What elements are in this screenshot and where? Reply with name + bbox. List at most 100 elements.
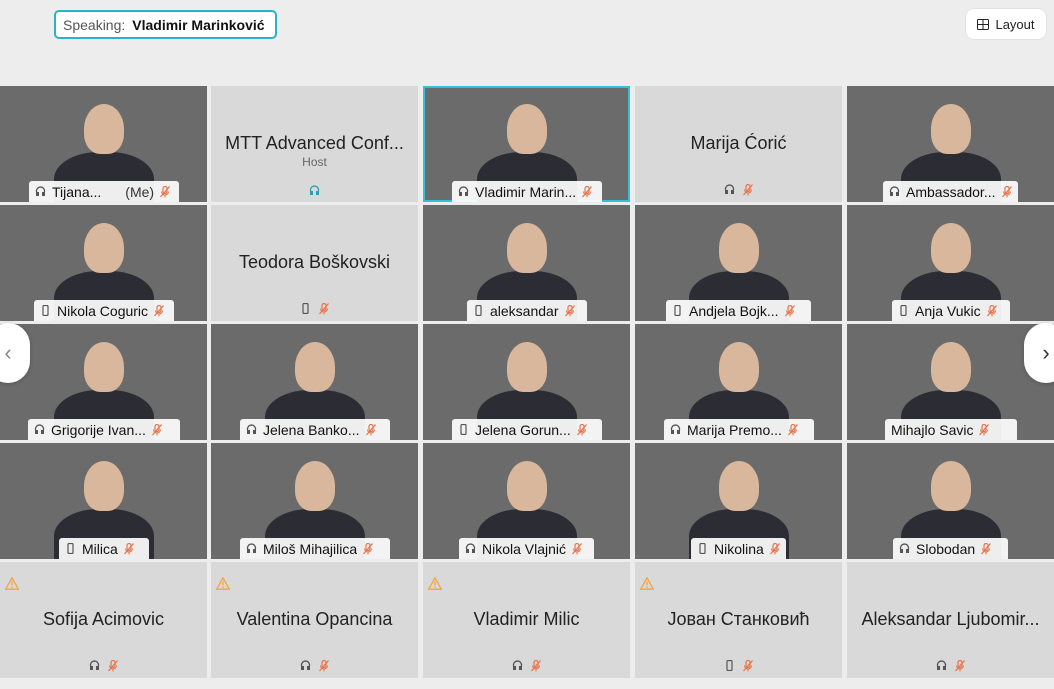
phone-audio-icon bbox=[42, 305, 49, 316]
phone-audio-icon bbox=[302, 303, 309, 314]
chevron-left-icon: ‹ bbox=[4, 340, 12, 365]
layout-button[interactable]: Layout bbox=[966, 9, 1046, 39]
participant-name: Valentina Opancina bbox=[236, 609, 393, 629]
headset-icon bbox=[512, 660, 523, 670]
muted-mic-icon bbox=[108, 660, 118, 672]
participant-name: Nikolina bbox=[714, 540, 764, 557]
participant-name-tag: Mihajlo Savic bbox=[885, 419, 1017, 440]
participant-video-figure bbox=[84, 461, 124, 511]
participant-video-figure bbox=[295, 342, 335, 392]
participant-tile[interactable]: aleksandar bbox=[423, 205, 630, 321]
participant-status-icons bbox=[211, 303, 418, 315]
participant-tile[interactable]: Grigorije Ivan... bbox=[0, 324, 207, 440]
participant-name-tag: Jelena Gorun... bbox=[452, 419, 602, 440]
participant-video-figure bbox=[719, 223, 759, 273]
participant-tile[interactable]: Nikola Coguric bbox=[0, 205, 207, 321]
participant-tile[interactable]: Tijana... (Me) bbox=[0, 86, 207, 202]
participant-grid: Tijana... (Me) MTT Advanced Conf... Host Vla… bbox=[0, 86, 1054, 680]
participant-name: aleksandar bbox=[490, 302, 559, 319]
participant-name: Slobodan bbox=[916, 540, 976, 557]
muted-mic-icon bbox=[531, 660, 541, 672]
participant-tile[interactable]: Jelena Banko... bbox=[211, 324, 418, 440]
participant-video-figure bbox=[931, 342, 971, 392]
participant-name: Nikola Coguric bbox=[57, 302, 149, 319]
participant-name-tag: Marija Premo... bbox=[664, 419, 814, 440]
muted-mic-icon bbox=[582, 185, 593, 197]
participant-tile[interactable]: Ambassador... bbox=[847, 86, 1054, 202]
participant-name-tag: Vladimir Marin... bbox=[452, 181, 602, 202]
participant-name: Andjela Bojk... bbox=[689, 302, 779, 319]
participant-name: Jelena Gorun... bbox=[475, 421, 571, 438]
participant-tile[interactable]: Marija Ćorić bbox=[635, 86, 842, 202]
computer-audio-icon bbox=[309, 185, 320, 195]
participant-name: Vladimir Marin... bbox=[475, 183, 577, 200]
speaking-name: Vladimir Marinković bbox=[132, 16, 265, 33]
headset-icon bbox=[300, 660, 311, 670]
muted-mic-icon bbox=[743, 660, 753, 672]
participant-status-icons bbox=[423, 660, 630, 672]
participant-video-figure bbox=[84, 223, 124, 273]
participant-tile[interactable]: Nikolina bbox=[635, 443, 842, 559]
participant-name: Anja Vukic bbox=[915, 302, 981, 319]
participant-tile[interactable]: Milica bbox=[0, 443, 207, 559]
prev-page-button[interactable]: ‹ bbox=[0, 323, 30, 383]
participant-name-tag: Ambassador... bbox=[883, 181, 1018, 202]
participant-video-figure bbox=[507, 223, 547, 273]
participant-tile[interactable]: Aleksandar Ljubomir... bbox=[847, 562, 1054, 678]
participant-status-icons bbox=[211, 185, 418, 196]
participant-tile[interactable]: Marija Premo... bbox=[635, 324, 842, 440]
participant-video-figure bbox=[931, 461, 971, 511]
participant-video-figure bbox=[931, 104, 971, 154]
participant-tile[interactable]: Јован Станковић bbox=[635, 562, 842, 678]
participant-status-icons bbox=[635, 184, 842, 196]
active-speaker-indicator: Speaking: Vladimir Marinković bbox=[54, 10, 277, 39]
warning-icon bbox=[640, 577, 654, 590]
participant-tile[interactable]: Sofija Acimovic bbox=[0, 562, 207, 678]
headset-icon bbox=[35, 186, 46, 196]
participant-name: Ambassador... bbox=[906, 183, 996, 200]
participant-tile[interactable]: Andjela Bojk... bbox=[635, 205, 842, 321]
participant-tile[interactable]: Slobodan bbox=[847, 443, 1054, 559]
participant-tile[interactable]: Miloš Mihajilica bbox=[211, 443, 418, 559]
participant-tile[interactable]: Vladimir Marin... bbox=[423, 86, 630, 202]
participant-tile[interactable]: Mihajlo Savic bbox=[847, 324, 1054, 440]
phone-audio-icon bbox=[674, 305, 681, 316]
phone-audio-icon bbox=[460, 424, 467, 435]
muted-mic-icon bbox=[769, 542, 780, 554]
phone-audio-icon bbox=[67, 543, 74, 554]
warning-icon bbox=[5, 577, 19, 590]
muted-mic-icon bbox=[986, 304, 997, 316]
participant-video-figure bbox=[931, 223, 971, 273]
participant-tile[interactable]: Vladimir Milic bbox=[423, 562, 630, 678]
participant-status-icons bbox=[847, 660, 1054, 672]
participant-name: Aleksandar Ljubomir... bbox=[861, 609, 1040, 629]
participant-name-tag: Nikolina bbox=[691, 538, 786, 559]
participant-tile[interactable]: Valentina Opancina bbox=[211, 562, 418, 678]
participant-tile[interactable]: Anja Vukic bbox=[847, 205, 1054, 321]
me-label: (Me) bbox=[125, 183, 155, 200]
participant-name-tag: Jelena Banko... bbox=[240, 419, 390, 440]
muted-mic-icon bbox=[787, 423, 798, 435]
participant-tile[interactable]: Nikola Vlajnić bbox=[423, 443, 630, 559]
layout-label: Layout bbox=[995, 16, 1035, 32]
participant-name-tag: Milica bbox=[59, 538, 149, 559]
participant-tile[interactable]: MTT Advanced Conf... Host bbox=[211, 86, 418, 202]
participant-name: Mihajlo Savic bbox=[891, 421, 974, 438]
participant-video-figure bbox=[507, 342, 547, 392]
headset-icon bbox=[899, 543, 910, 553]
muted-mic-icon bbox=[365, 423, 376, 435]
participant-video-figure bbox=[507, 104, 547, 154]
participant-name: MTT Advanced Conf... bbox=[225, 133, 404, 153]
muted-mic-icon bbox=[151, 423, 162, 435]
participant-name: Grigorije Ivan... bbox=[51, 421, 146, 438]
participant-name-tag: Tijana... (Me) bbox=[29, 181, 179, 202]
participant-name: Milica bbox=[82, 540, 118, 557]
grid-layout-icon bbox=[977, 18, 990, 30]
participant-tile[interactable]: Teodora Boškovski bbox=[211, 205, 418, 321]
muted-mic-icon bbox=[1001, 185, 1012, 197]
next-page-button[interactable]: › bbox=[1024, 323, 1054, 383]
host-label: Host bbox=[302, 155, 327, 169]
participant-name: Marija Premo... bbox=[687, 421, 782, 438]
participant-tile[interactable]: Jelena Gorun... bbox=[423, 324, 630, 440]
muted-mic-icon bbox=[123, 542, 134, 554]
